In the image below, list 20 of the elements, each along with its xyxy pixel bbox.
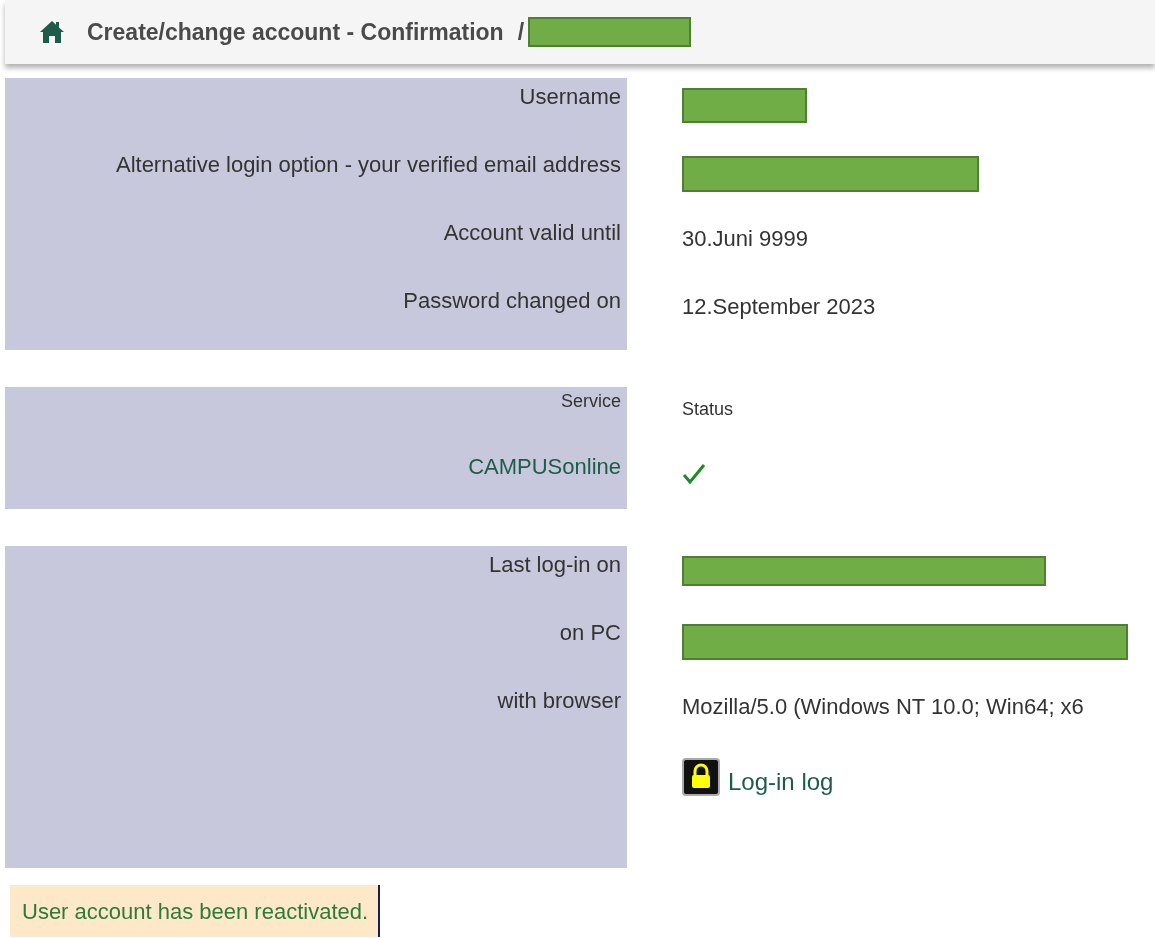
field-label: Account valid until [442,219,621,246]
field-value: 30.Juni 9999 [682,225,808,252]
checkmark-icon [682,462,706,484]
column-heading: Status [682,398,734,420]
status-message: User account has been reactivated. [22,899,369,924]
breadcrumb-separator: / [517,18,524,46]
field-label: Alternative login option - your verified email address [114,151,621,178]
field-value: 12.September 2023 [682,293,876,320]
field-label: Username [518,83,621,110]
field-label: Last log-in on [487,551,621,578]
field-label: on PC [558,619,621,646]
service-link[interactable]: CAMPUSonline [5,448,621,480]
field-value: Mozilla/5.0 (Windows NT 10.0; Win64; x6 [682,693,1084,720]
lock-icon[interactable] [682,758,720,796]
log-in-log-link[interactable]: Log-in log [728,768,834,796]
home-icon[interactable] [39,20,65,44]
column-heading: Service [559,390,621,412]
page-title: Create/change account - Confirmation [87,18,504,46]
field-label: with browser [496,687,621,714]
field-label: Password changed on [402,287,621,314]
